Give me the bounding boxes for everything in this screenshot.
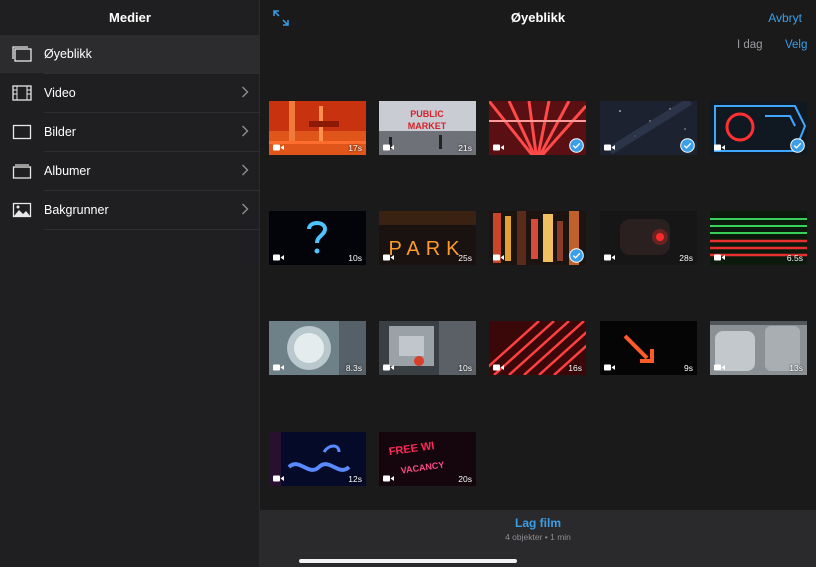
duration-label: 17s (348, 143, 362, 153)
duration-label: 20s (458, 474, 472, 484)
sidebar-item-photos[interactable]: Bilder (0, 113, 260, 151)
video-thumbnail[interactable]: 16s (489, 321, 586, 375)
selected-checkmark-icon (680, 138, 695, 153)
video-camera-icon (273, 254, 284, 261)
duration-label: 8.3s (345, 363, 362, 373)
duration-label: 13s (789, 363, 803, 373)
moments-icon (12, 46, 32, 62)
make-movie-button[interactable]: Lag film (260, 516, 816, 530)
media-sidebar: Medier Øyeblikk Video Bilder Albumer Bak… (0, 0, 260, 567)
video-camera-icon (383, 475, 394, 482)
select-button[interactable]: Velg (785, 39, 807, 51)
album-stack-icon (12, 164, 32, 179)
app-window: Medier Øyeblikk Video Bilder Albumer Bak… (0, 0, 816, 567)
landscape-photo-icon (12, 202, 32, 218)
sidebar-item-label: Bakgrunner (44, 203, 109, 217)
cancel-button[interactable]: Avbryt (768, 11, 802, 25)
chevron-right-icon (242, 86, 249, 98)
duration-label: 10s (458, 363, 472, 373)
video-thumbnail[interactable]: FREE WI VACANCY 20s (379, 432, 476, 486)
sidebar-item-label: Bilder (44, 125, 76, 139)
video-camera-icon (383, 364, 394, 371)
svg-text:MARKET: MARKET (408, 121, 447, 131)
video-thumbnail[interactable]: 10s (379, 321, 476, 375)
video-thumbnail[interactable] (600, 101, 697, 155)
photo-frame-icon (12, 124, 32, 140)
svg-text:PARK: PARK (389, 238, 466, 260)
film-icon (12, 85, 32, 101)
section-date-label: I dag (737, 39, 763, 51)
chevron-right-icon (242, 164, 249, 176)
duration-label: 12s (348, 474, 362, 484)
selected-checkmark-icon (790, 138, 805, 153)
video-camera-icon (493, 254, 504, 261)
video-thumbnail[interactable]: PARK 25s (379, 211, 476, 265)
video-thumbnail[interactable]: 17s (269, 101, 366, 155)
video-camera-icon (604, 364, 615, 371)
duration-label: 28s (679, 253, 693, 263)
sidebar-item-label: Video (44, 86, 76, 100)
home-indicator[interactable] (299, 559, 517, 563)
video-camera-icon (604, 144, 615, 151)
duration-label: 6.5s (786, 253, 803, 263)
duration-label: 21s (458, 143, 472, 153)
video-thumbnail[interactable]: 28s (600, 211, 697, 265)
video-camera-icon (493, 144, 504, 151)
sidebar-item-moments[interactable]: Øyeblikk (0, 35, 260, 73)
video-camera-icon (273, 144, 284, 151)
sidebar-item-backgrounds[interactable]: Bakgrunner (0, 191, 260, 229)
chevron-right-icon (242, 203, 249, 215)
video-camera-icon (493, 364, 504, 371)
sidebar-item-label: Øyeblikk (44, 47, 92, 61)
sidebar-title: Medier (109, 10, 151, 25)
svg-text:PUBLIC: PUBLIC (410, 109, 444, 119)
selected-checkmark-icon (569, 138, 584, 153)
duration-label: 25s (458, 253, 472, 263)
video-thumbnail[interactable] (489, 211, 586, 265)
video-thumbnail[interactable]: 13s (710, 321, 807, 375)
video-camera-icon (273, 364, 284, 371)
moments-panel: Øyeblikk Avbryt I dag Velg 17s PUBLIC MARK… (260, 0, 816, 567)
video-thumbnail[interactable]: 9s (600, 321, 697, 375)
video-thumbnail[interactable]: PUBLIC MARKET 21s (379, 101, 476, 155)
duration-label: 16s (568, 363, 582, 373)
video-thumbnail[interactable] (489, 101, 586, 155)
video-thumbnail[interactable]: 8.3s (269, 321, 366, 375)
video-camera-icon (383, 254, 394, 261)
duration-label: 10s (348, 253, 362, 263)
page-title: Øyeblikk (510, 10, 566, 25)
selection-summary: 4 objekter • 1 min (505, 532, 571, 542)
video-thumbnail[interactable]: 12s (269, 432, 366, 486)
video-camera-icon (714, 144, 725, 151)
sidebar-item-label: Albumer (44, 164, 91, 178)
video-camera-icon (714, 254, 725, 261)
duration-label: 9s (684, 363, 693, 373)
chevron-right-icon (242, 125, 249, 137)
video-camera-icon (273, 475, 284, 482)
video-camera-icon (714, 364, 725, 371)
video-camera-icon (383, 144, 394, 151)
video-camera-icon (604, 254, 615, 261)
video-thumbnail[interactable] (710, 101, 807, 155)
divider (44, 229, 260, 230)
video-thumbnail[interactable]: 6.5s (710, 211, 807, 265)
sidebar-item-video[interactable]: Video (0, 74, 260, 112)
sidebar-item-albums[interactable]: Albumer (0, 152, 260, 190)
video-thumbnail[interactable]: 10s (269, 211, 366, 265)
selected-checkmark-icon (569, 248, 584, 263)
